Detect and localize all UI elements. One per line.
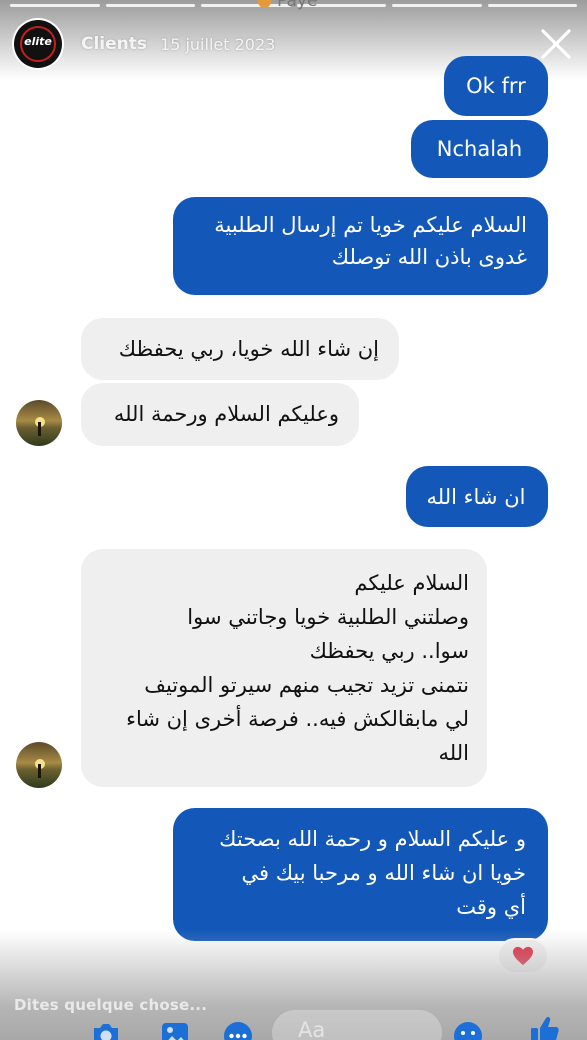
camera-icon[interactable] — [90, 1018, 122, 1040]
received-message: وعليكم السلام ورحمة الله — [81, 383, 359, 446]
story-viewer: Paye elite Clients 15 juillet 2023 Ok fr… — [0, 0, 587, 1040]
sender-avatar[interactable] — [16, 742, 62, 788]
received-message: السلام عليكم وصلتني الطلبية خويا وجاتني … — [81, 549, 487, 787]
logo-text: elite — [24, 35, 52, 48]
message-text: ان شاء الله — [426, 485, 526, 509]
message-line: الله — [438, 741, 469, 765]
channel-name[interactable]: Clients — [81, 34, 147, 54]
orange-dot-icon — [258, 0, 271, 8]
sent-message: Nchalah — [411, 120, 548, 178]
sent-message: و عليكم السلام و رحمة الله بصحتك خويا ان… — [173, 808, 548, 941]
message-line: نتمنى تزيد تجيب منهم سيرتو الموتيف — [144, 673, 469, 697]
input-hint: Aa — [298, 1018, 326, 1040]
sent-message: Ok frr — [444, 56, 548, 116]
channel-logo[interactable]: elite — [14, 20, 62, 68]
previous-story-caption: Paye — [258, 0, 317, 11]
message-text: وعليكم السلام ورحمة الله — [113, 402, 339, 426]
previous-caption-text: Paye — [277, 0, 318, 11]
message-line: غدوى باذن الله توصلك — [331, 245, 527, 269]
message-line: السلام عليكم — [354, 571, 469, 595]
emoji-icon[interactable] — [452, 1018, 484, 1040]
progress-segment — [105, 4, 195, 7]
progress-segment — [10, 4, 100, 7]
sender-avatar[interactable] — [16, 400, 62, 446]
progress-segment — [487, 4, 577, 7]
message-line: وصلتني الطلبية خويا وجاتني سوا — [187, 605, 469, 629]
reply-placeholder[interactable]: Dites quelque chose... — [14, 996, 207, 1014]
message-line: أي وقت — [456, 895, 526, 919]
message-line: لي مابقالكش فيه.. فرصة أخرى إن شاء — [126, 707, 469, 731]
close-icon[interactable] — [538, 26, 574, 62]
message-line: خويا ان شاء الله و مرحبا بيك في — [241, 861, 526, 885]
message-text: إن شاء الله خويا، ربي يحفظك — [118, 337, 379, 361]
like-icon[interactable] — [529, 1014, 561, 1040]
received-message: إن شاء الله خويا، ربي يحفظك — [81, 318, 399, 380]
sent-message: ان شاء الله — [406, 466, 548, 527]
image-icon[interactable] — [159, 1018, 191, 1040]
message-text: Nchalah — [436, 137, 523, 161]
sent-message: السلام عليكم خويا تم إرسال الطلبية غدوى … — [173, 197, 548, 295]
message-text: Ok frr — [466, 74, 526, 98]
avatar-figure — [38, 764, 41, 778]
progress-segment — [392, 4, 482, 7]
more-icon[interactable] — [222, 1018, 254, 1040]
avatar-figure — [38, 422, 41, 436]
message-line: السلام عليكم خويا تم إرسال الطلبية — [214, 213, 527, 237]
story-header: elite Clients 15 juillet 2023 — [14, 20, 275, 68]
post-date: 15 juillet 2023 — [160, 34, 276, 54]
message-line: و عليكم السلام و رحمة الله بصحتك — [219, 827, 526, 851]
message-line: سوا.. ربي يحفظك — [309, 639, 469, 663]
